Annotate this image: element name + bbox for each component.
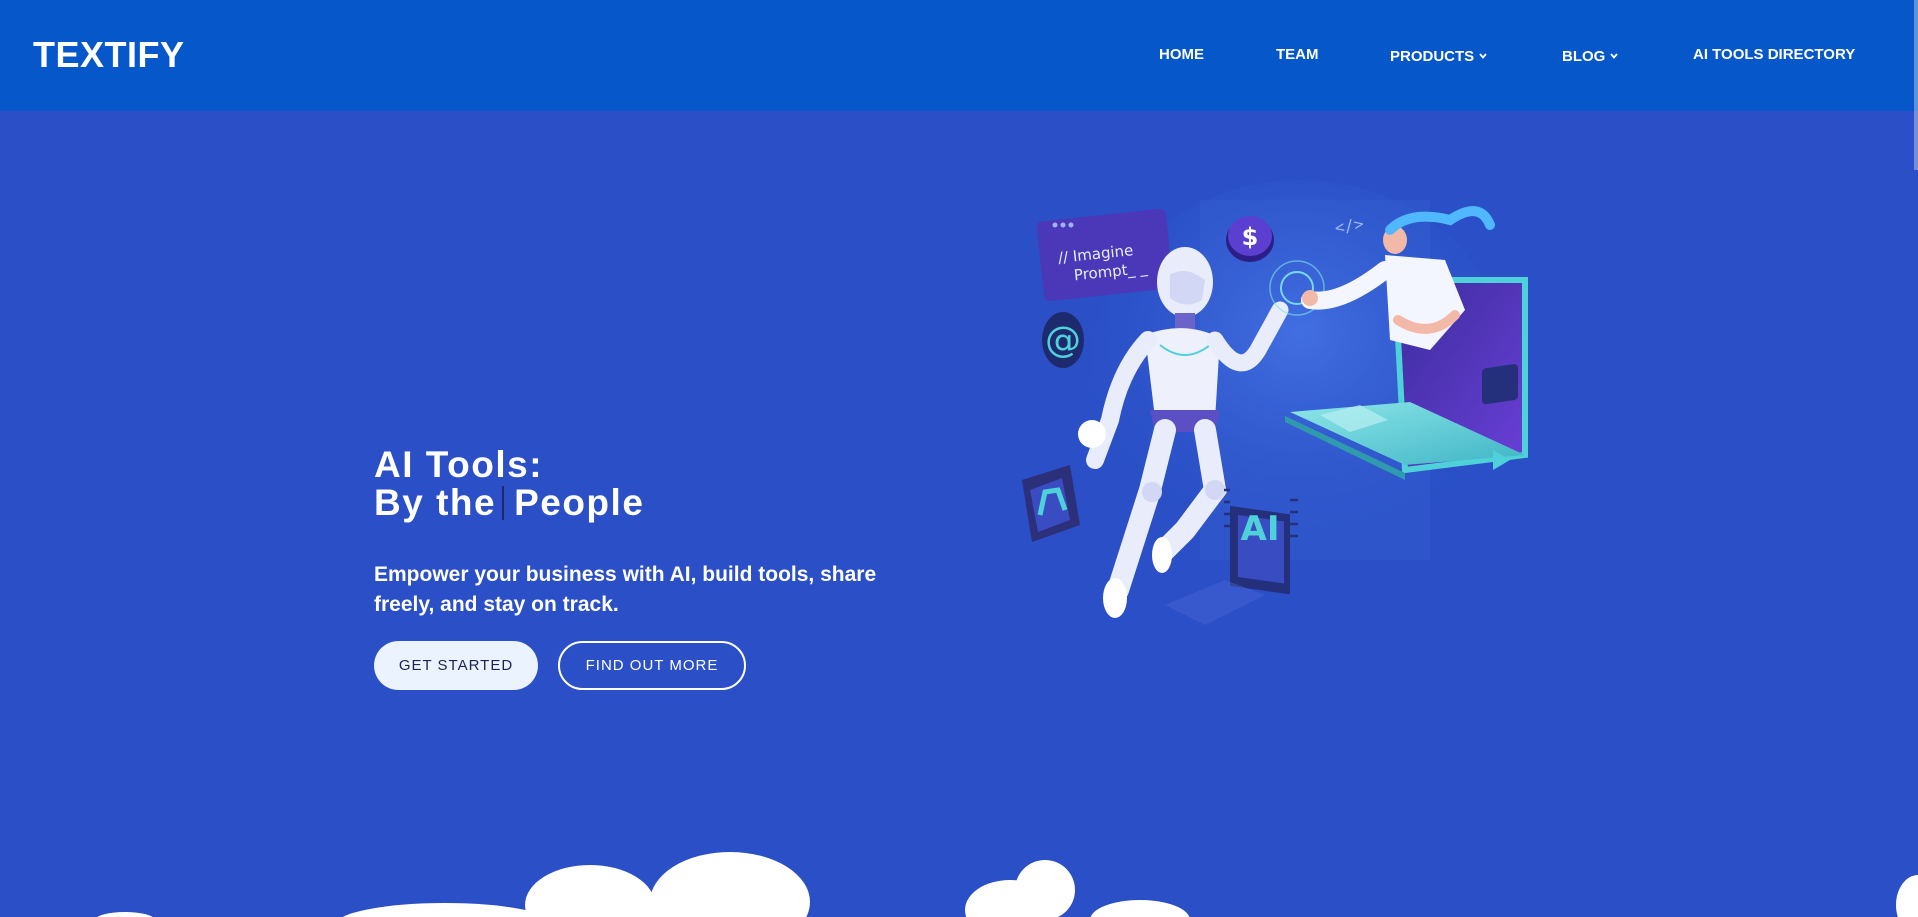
top-navbar: TEXTIFY HOME TEAM PRODUCTS BLOG AI TOOLS… [0, 0, 1918, 111]
hero-title-line2: By the People [374, 484, 644, 522]
nav-home[interactable]: HOME [1159, 46, 1204, 64]
hero-illustration: // Imagine Prompt_ _ $ </> @ AI [1022, 180, 1528, 625]
hero-title-typed-word: People [514, 482, 645, 523]
nav-products-label: PRODUCTS [1390, 48, 1475, 65]
cloud-divider [97, 852, 1918, 917]
at-symbol: @ [1045, 320, 1081, 361]
folder-icon [1022, 465, 1080, 542]
nav-products[interactable]: PRODUCTS [1390, 46, 1487, 66]
get-started-button[interactable]: GET STARTED [374, 641, 538, 690]
typing-cursor [502, 486, 505, 520]
ai-chip-label: AI [1241, 509, 1280, 549]
hero-title: AI Tools: By the People [374, 446, 644, 522]
nav-blog[interactable]: BLOG [1562, 46, 1619, 66]
chevron-down-icon [1610, 46, 1619, 64]
nav-ai-tools-directory[interactable]: AI TOOLS DIRECTORY [1693, 46, 1855, 64]
dollar-symbol: $ [1242, 223, 1259, 251]
chevron-down-icon [1479, 46, 1487, 64]
nav-team[interactable]: TEAM [1276, 46, 1319, 64]
prompt-window: // Imagine Prompt_ _ [1036, 209, 1174, 301]
main-nav: HOME TEAM PRODUCTS BLOG AI TOOLS DIRECTO… [0, 46, 1918, 66]
hero-subtitle: Empower your business with AI, build too… [374, 563, 877, 616]
page-scrollbar[interactable] [1914, 0, 1918, 170]
nav-blog-label: BLOG [1562, 48, 1606, 65]
find-out-more-button[interactable]: FIND OUT MORE [558, 641, 746, 690]
at-sign-icon: @ [1042, 312, 1084, 368]
hero-title-static: By the [374, 482, 497, 523]
hero-title-line1: AI Tools: [374, 444, 544, 485]
